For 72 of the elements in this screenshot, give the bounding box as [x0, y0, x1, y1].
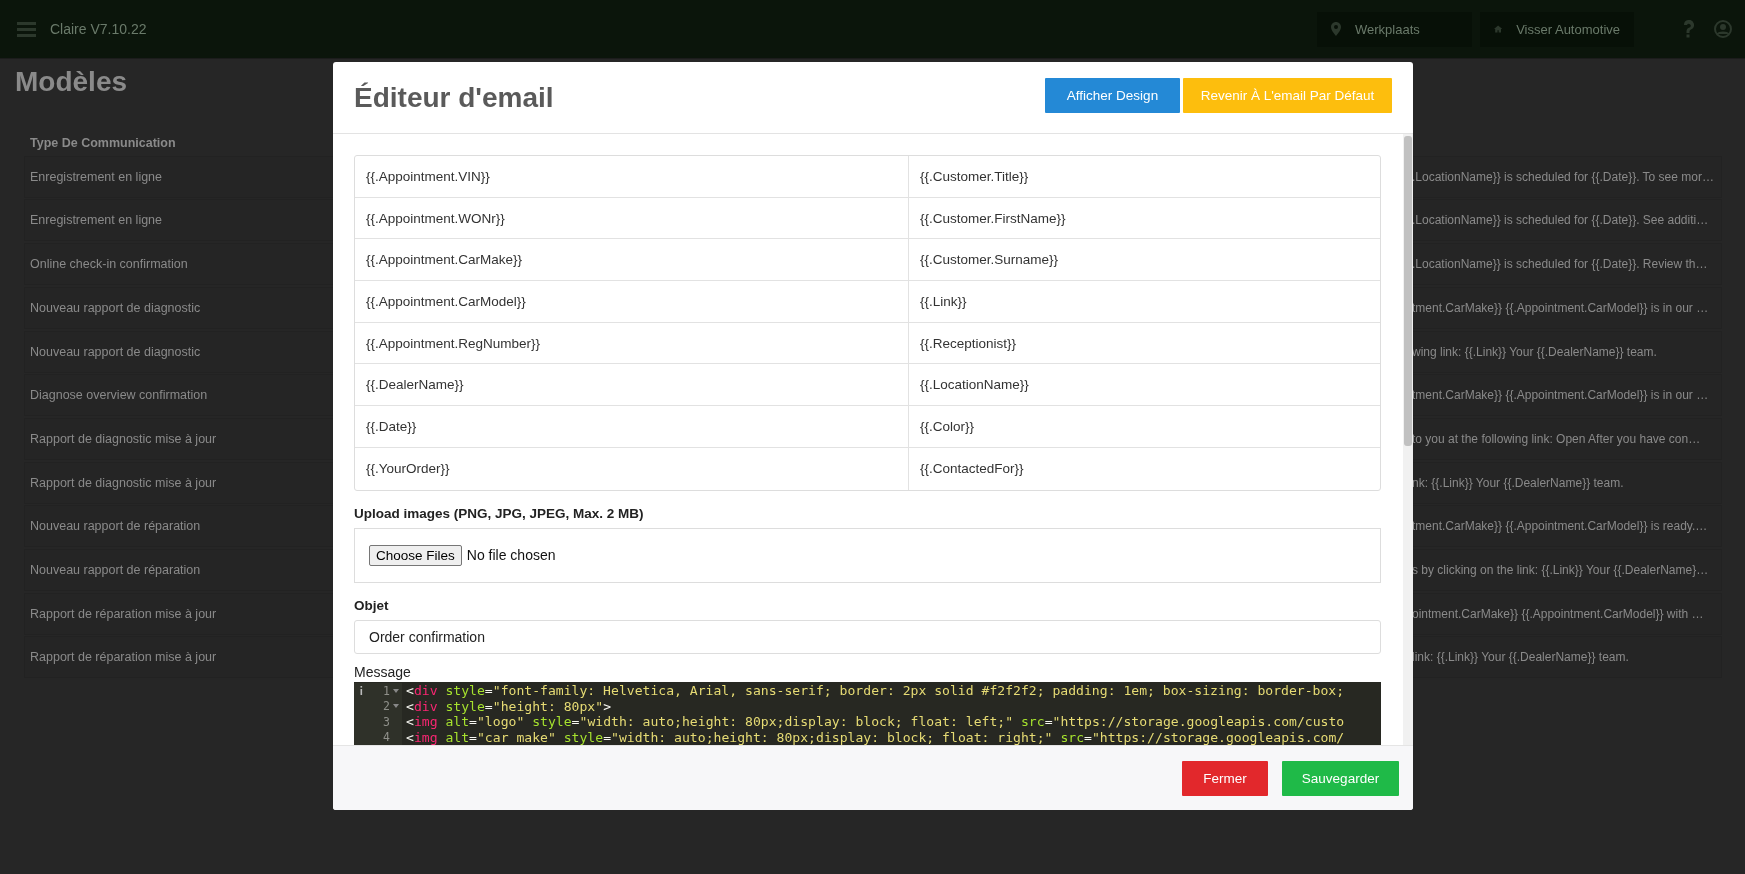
- help-icon[interactable]: [1682, 20, 1696, 38]
- pin-icon: [1331, 22, 1341, 36]
- table-cell-text: {{.ContactedFor}}: [919, 460, 1025, 479]
- table-cell: Enregistrement en ligne: [30, 169, 163, 184]
- subject-input[interactable]: Order confirmation: [354, 619, 1381, 654]
- table-cell: {{.Appointment.CarModel}}: [355, 281, 909, 323]
- code-line: <div style="height: 80px">: [405, 698, 611, 714]
- page-title: Modèles: [15, 67, 128, 98]
- table-cell: nk: {{.Link}} Your {{.DealerName}} team.: [1412, 475, 1624, 490]
- field-label: Upload images (PNG, JPG, JPEG, Max. 2 MB): [354, 505, 645, 521]
- table-cell: {{.Link}}: [909, 281, 1380, 323]
- close-button[interactable]: Fermer: [1182, 760, 1268, 796]
- menu-icon[interactable]: [17, 21, 36, 37]
- table-cell: {{.Date}}: [355, 406, 909, 448]
- code-editor[interactable]: [354, 682, 1381, 745]
- table-cell: Rapport de diagnostic mise à jour: [30, 475, 217, 490]
- table-cell: s by clicking on the link: {{.Link}} Your {{.DealerName}…: [1412, 563, 1709, 577]
- column-header: Type De Communication: [30, 135, 176, 150]
- show-design-button[interactable]: Afficher Design: [1045, 78, 1180, 113]
- home-icon: [1494, 23, 1503, 35]
- fold-arrow-icon[interactable]: [393, 704, 399, 709]
- table-cell: Nouveau rapport de diagnostic: [30, 300, 201, 315]
- scrollbar[interactable]: [1403, 134, 1413, 745]
- table-cell: wing link: {{.Link}} Your {{.DealerName}} team.: [1412, 344, 1657, 359]
- table-cell: Enregistrement en ligne: [30, 213, 163, 228]
- table-cell: {{.Appointment.VIN}}: [355, 156, 909, 198]
- table-cell: {{.Customer.Title}}: [909, 156, 1380, 198]
- table-cell: {{.Customer.Surname}}: [909, 239, 1380, 282]
- code-line: <img alt="logo" style="width: auto;height: 80px;display: block; float: left;" src="https://storage.googleapis.com/custo: [405, 714, 1345, 730]
- line-number: 2: [382, 699, 390, 714]
- table-cell: {{.Color}}: [909, 406, 1380, 448]
- table-cell: Diagnose overview confirmation: [30, 388, 208, 403]
- table-cell: to you at the following link: Open After you have con…: [1412, 431, 1701, 446]
- line-number: 4: [382, 730, 390, 745]
- table-cell: {{.Appointment.WONr}}: [355, 197, 909, 240]
- table-cell: {{.Customer.FirstName}}: [909, 197, 1380, 240]
- table-cell: Rapport de diagnostic mise à jour: [30, 431, 217, 446]
- line-number: 1: [382, 683, 390, 698]
- table-cell: {{.LocationName}}: [909, 364, 1380, 407]
- table-cell: Rapport de réparation mise à jour: [30, 650, 217, 665]
- table-cell: {{.Receptionist}}: [909, 322, 1380, 365]
- table-cell: {{.DealerName}}: [355, 364, 909, 407]
- dialog-title: Éditeur d'email: [354, 81, 554, 114]
- table-cell: ointment.CarMake}} {{.Appointment.CarModel}} with …: [1412, 606, 1704, 621]
- field-label: Objet: [354, 597, 390, 613]
- code-line: <div style="font-family: Helvetica, Arial, sans-serif; border: 2px solid #f2f2f2; padding: 1em; box-sizing: border-box;: [405, 683, 1345, 699]
- table-cell: .LocationName}} is scheduled for {{.Date}}. Review th…: [1412, 257, 1708, 272]
- table-cell: {{.Appointment.CarMake}}: [355, 239, 909, 282]
- field-label: Message: [354, 664, 412, 680]
- table-cell: Nouveau rapport de diagnostic: [30, 344, 201, 359]
- user-icon[interactable]: [1714, 20, 1732, 38]
- table-cell: {{.Appointment.RegNumber}}: [355, 322, 909, 365]
- table-cell: Online check-in confirmation: [30, 257, 188, 272]
- app-title: Claire V7.10.22: [50, 21, 147, 37]
- table-cell: tment.CarMake}} {{.Appointment.CarModel}} is ready.…: [1412, 519, 1708, 534]
- table-cell: Nouveau rapport de réparation: [30, 563, 201, 577]
- table-cell: tment.CarMake}} {{.Appointment.CarModel}} is in our …: [1412, 388, 1709, 403]
- line-number: 3: [382, 714, 390, 729]
- file-upload-field[interactable]: Choose Files No file chosen: [354, 527, 1381, 583]
- location-selector[interactable]: Werkplaats: [1317, 11, 1472, 47]
- table-cell: Nouveau rapport de réparation: [30, 519, 201, 534]
- dealer-selector[interactable]: Visser Automotive: [1480, 11, 1634, 47]
- save-button[interactable]: Sauvegarder: [1282, 760, 1399, 796]
- table-cell: tment.CarMake}} {{.Appointment.CarModel}} is in our …: [1412, 300, 1709, 315]
- scrollbar-thumb[interactable]: [1404, 136, 1412, 446]
- table-cell: link: {{.Link}} Your {{.DealerName}} team.: [1412, 650, 1629, 665]
- table-cell: Rapport de réparation mise à jour: [30, 606, 217, 621]
- table-cell: {{.YourOrder}}: [355, 447, 909, 490]
- table-cell: .LocationName}} is scheduled for {{.Date}}. To see mor…: [1412, 169, 1714, 184]
- fold-arrow-icon[interactable]: [393, 688, 399, 693]
- code-line: <img alt="car make" style="width: auto;height: 80px;display: block; float: right;" src="https://storage.googleapis.com/: [405, 729, 1345, 745]
- table-cell: .LocationName}} is scheduled for {{.Date}}. See additi…: [1412, 213, 1709, 228]
